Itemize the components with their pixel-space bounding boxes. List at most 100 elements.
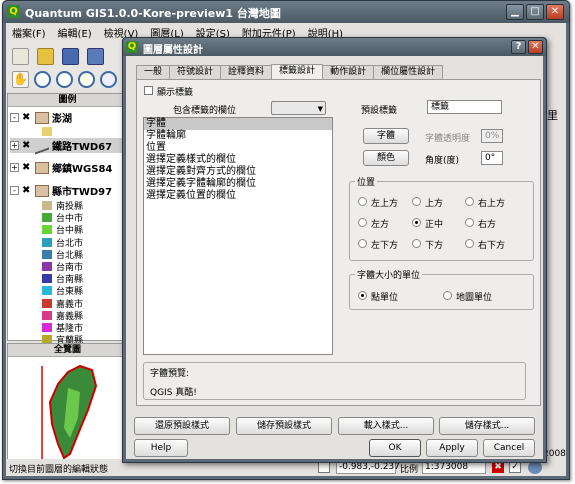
close-button[interactable]: ✕ <box>546 4 564 20</box>
color-button[interactable]: 顏色 <box>363 150 409 166</box>
symbol-swatch <box>42 201 52 210</box>
zoom-selection-icon[interactable] <box>100 71 117 88</box>
angle-spin[interactable]: 0° <box>481 151 503 165</box>
transparency-spin[interactable]: 0% <box>481 129 503 143</box>
symbol-swatch <box>42 225 52 235</box>
default-label-input[interactable]: 標籤 <box>427 100 502 114</box>
qgis-logo-icon: Q <box>126 41 138 53</box>
restore-default-style-button[interactable]: 還原預設樣式 <box>134 417 230 435</box>
help-button[interactable]: Help <box>134 439 188 457</box>
symbol-swatch <box>42 298 52 308</box>
tab-metadata[interactable]: 詮釋資料 <box>220 65 273 79</box>
save-as-icon[interactable] <box>87 48 104 65</box>
list-item[interactable]: 選擇定義樣式的欄位 <box>144 154 332 166</box>
menu-edit[interactable]: 編輯(E) <box>58 25 92 40</box>
units-group-title: 字體大小的單位 <box>355 268 423 281</box>
pos-radio-top-left[interactable] <box>358 197 367 206</box>
layer-name: 縣市TWD97 <box>52 187 113 198</box>
symbol-swatch <box>42 323 52 332</box>
list-item[interactable]: 字體 <box>144 118 332 130</box>
open-project-icon[interactable] <box>37 48 54 65</box>
menu-file[interactable]: 檔案(F) <box>12 25 46 40</box>
symbol-label: 南投縣 <box>56 202 84 212</box>
tab-bar: 一般 符號設計 詮釋資料 標籤設計 動作設計 欄位屬性設計 <box>136 64 444 79</box>
visible-check-icon[interactable]: ✖ <box>22 185 32 196</box>
pos-radio-left[interactable] <box>358 218 367 227</box>
pos-radio-top-right[interactable] <box>465 197 474 206</box>
pos-label: 右下方 <box>478 241 506 251</box>
pos-radio-top[interactable] <box>412 197 421 206</box>
apply-button[interactable]: Apply <box>426 439 478 457</box>
show-labels-checkbox[interactable] <box>144 86 153 95</box>
pos-radio-bottom-left[interactable] <box>358 239 367 248</box>
legend-layer-township[interactable]: + ✖ 鄉鎮WGS84 <box>10 160 112 175</box>
preview-text: QGIS 真酷! <box>150 388 197 398</box>
load-style-button[interactable]: 載入樣式... <box>338 417 434 435</box>
symbol-label: 台南市 <box>56 263 84 273</box>
zoom-in-icon[interactable] <box>34 71 51 88</box>
dialog-titlebar: Q 圖層屬性設計 ? ✕ <box>123 38 546 56</box>
font-button[interactable]: 字體 <box>363 128 409 144</box>
visible-check-icon[interactable]: ✖ <box>22 140 32 151</box>
pos-radio-bottom-right[interactable] <box>465 239 474 248</box>
units-label: 點單位 <box>371 293 399 303</box>
collapse-icon[interactable]: - <box>10 113 19 122</box>
tab-actions[interactable]: 動作設計 <box>322 65 375 79</box>
zoom-out-icon[interactable] <box>56 71 73 88</box>
pos-radio-center[interactable] <box>412 218 421 227</box>
list-item[interactable]: 選擇定義位置的欄位 <box>144 190 332 202</box>
app-title: Quantum GIS1.0.0-Kore-preview1 台灣地圖 <box>25 7 281 20</box>
chevron-down-icon: ▼ <box>317 105 323 113</box>
pos-label: 下方 <box>425 241 444 251</box>
help-question-icon[interactable]: ? <box>511 40 526 54</box>
label-field-combo[interactable]: ▼ <box>271 101 326 115</box>
cancel-button[interactable]: Cancel <box>483 439 535 457</box>
save-default-style-button[interactable]: 儲存預設樣式 <box>236 417 332 435</box>
ok-button[interactable]: OK <box>369 439 421 457</box>
symbol-swatch <box>42 274 52 284</box>
list-item[interactable]: 選擇定義對齊方式的欄位 <box>144 166 332 178</box>
visible-check-icon[interactable]: ✖ <box>22 112 32 123</box>
collapse-icon[interactable]: - <box>10 186 19 195</box>
pos-label: 左上方 <box>371 199 399 209</box>
layer-name: 鐵路TWD67 <box>52 142 113 153</box>
symbol-swatch <box>42 310 52 320</box>
pan-hand-icon[interactable]: ✋ <box>12 71 29 88</box>
maximize-button[interactable]: □ <box>526 4 544 20</box>
legend-layer-county[interactable]: - ✖ 縣市TWD97 <box>10 183 112 198</box>
units-label: 地圖單位 <box>456 293 493 303</box>
save-project-icon[interactable] <box>62 48 79 65</box>
legend-layer-penghu[interactable]: - ✖ 澎湖 <box>10 110 72 125</box>
list-item[interactable]: 選擇定義字體輪廓的欄位 <box>144 178 332 190</box>
new-project-icon[interactable] <box>12 48 29 65</box>
right-hint-text: 里 <box>547 109 558 122</box>
dialog-close-icon[interactable]: ✕ <box>528 40 543 54</box>
units-radio-points[interactable] <box>358 291 367 300</box>
visible-check-icon[interactable]: ✖ <box>22 162 32 173</box>
units-radio-map[interactable] <box>443 291 452 300</box>
pos-label: 左下方 <box>371 241 399 251</box>
collapse-icon[interactable]: + <box>10 141 19 150</box>
default-label-caption: 預設標籤 <box>361 106 398 116</box>
symbol-label: 台北市 <box>56 238 84 249</box>
symbol-label: 台東縣 <box>56 287 84 298</box>
save-style-button[interactable]: 儲存樣式... <box>439 417 535 435</box>
pos-radio-right[interactable] <box>465 218 474 227</box>
label-option-list[interactable]: 字體 字體輪廓 位置 選擇定義樣式的欄位 選擇定義對齊方式的欄位 選擇定義字體輪… <box>143 117 333 355</box>
preview-title: 字體預覽: <box>150 369 190 379</box>
tab-labels[interactable]: 標籤設計 <box>271 64 324 79</box>
zoom-full-icon[interactable] <box>78 71 95 88</box>
list-item[interactable]: 位置 <box>144 142 332 154</box>
pos-radio-bottom[interactable] <box>412 239 421 248</box>
overview-map[interactable] <box>8 358 127 464</box>
tab-symbology[interactable]: 符號設計 <box>169 65 222 79</box>
pos-label: 右方 <box>478 220 497 230</box>
tab-general[interactable]: 一般 <box>136 65 171 79</box>
list-item[interactable]: 字體輪廓 <box>144 130 332 142</box>
legend-layer-railway[interactable]: + ✖ 鐵路TWD67 <box>10 136 127 155</box>
collapse-icon[interactable]: + <box>10 163 19 172</box>
minimize-button[interactable]: ▁ <box>506 4 524 20</box>
layer-name: 澎湖 <box>52 114 72 125</box>
tab-attributes[interactable]: 欄位屬性設計 <box>373 65 444 79</box>
pos-label: 正中 <box>425 220 444 230</box>
